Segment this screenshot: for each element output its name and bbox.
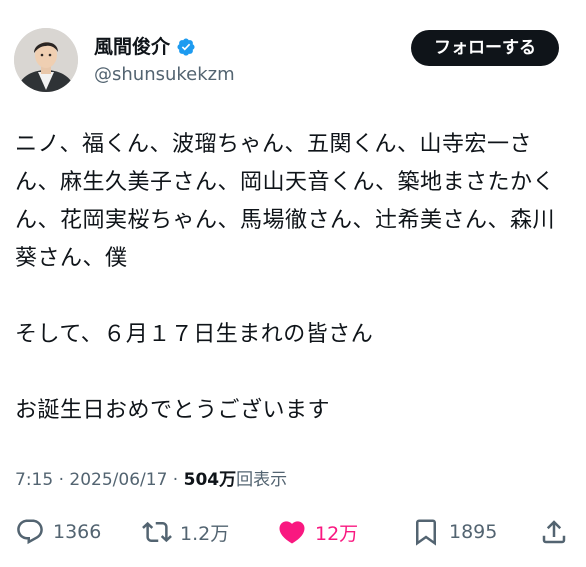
avatar[interactable] — [14, 28, 78, 92]
display-name[interactable]: 風間俊介 — [94, 34, 170, 60]
views-label: 回表示 — [236, 470, 288, 490]
follow-button[interactable]: フォローする — [411, 30, 559, 66]
meta-separator: · — [167, 470, 184, 490]
like-count: 12万 — [315, 522, 359, 545]
handle[interactable]: @shunsukekzm — [94, 62, 235, 88]
bookmark-count: 1895 — [449, 521, 498, 543]
reply-button[interactable]: 1366 — [15, 512, 101, 552]
display-name-row: 風間俊介 — [94, 34, 235, 60]
like-button[interactable]: 12万 — [277, 512, 358, 552]
tweet-meta: 7:15 · 2025/06/17 · 504万回表示 — [15, 466, 287, 494]
bookmark-icon — [416, 519, 436, 546]
reply-count: 1366 — [53, 521, 102, 543]
meta-separator: · — [53, 470, 70, 490]
views-count: 504万 — [183, 470, 237, 490]
share-icon — [542, 520, 566, 544]
tweet-date[interactable]: 2025/06/17 — [69, 470, 167, 490]
tweet-text: ニノ、福くん、波瑠ちゃん、五関くん、山寺宏一さん、麻生久美子さん、岡山天音くん、… — [15, 132, 556, 423]
action-bar: 1366 1.2万 12万 1895 — [15, 512, 571, 552]
verified-badge-icon[interactable] — [176, 37, 196, 57]
tweet-header: 風間俊介 @shunsukekzm フォローする — [14, 28, 572, 96]
tweet-time[interactable]: 7:15 — [15, 470, 53, 490]
repost-button[interactable]: 1.2万 — [142, 512, 229, 552]
share-button[interactable] — [539, 512, 569, 552]
avatar-photo — [14, 28, 78, 92]
author-info: 風間俊介 @shunsukekzm — [94, 34, 235, 88]
bookmark-button[interactable]: 1895 — [411, 512, 497, 552]
reply-icon — [17, 519, 43, 545]
repost-icon — [142, 521, 172, 543]
heart-icon — [279, 521, 305, 544]
repost-count: 1.2万 — [180, 522, 230, 545]
